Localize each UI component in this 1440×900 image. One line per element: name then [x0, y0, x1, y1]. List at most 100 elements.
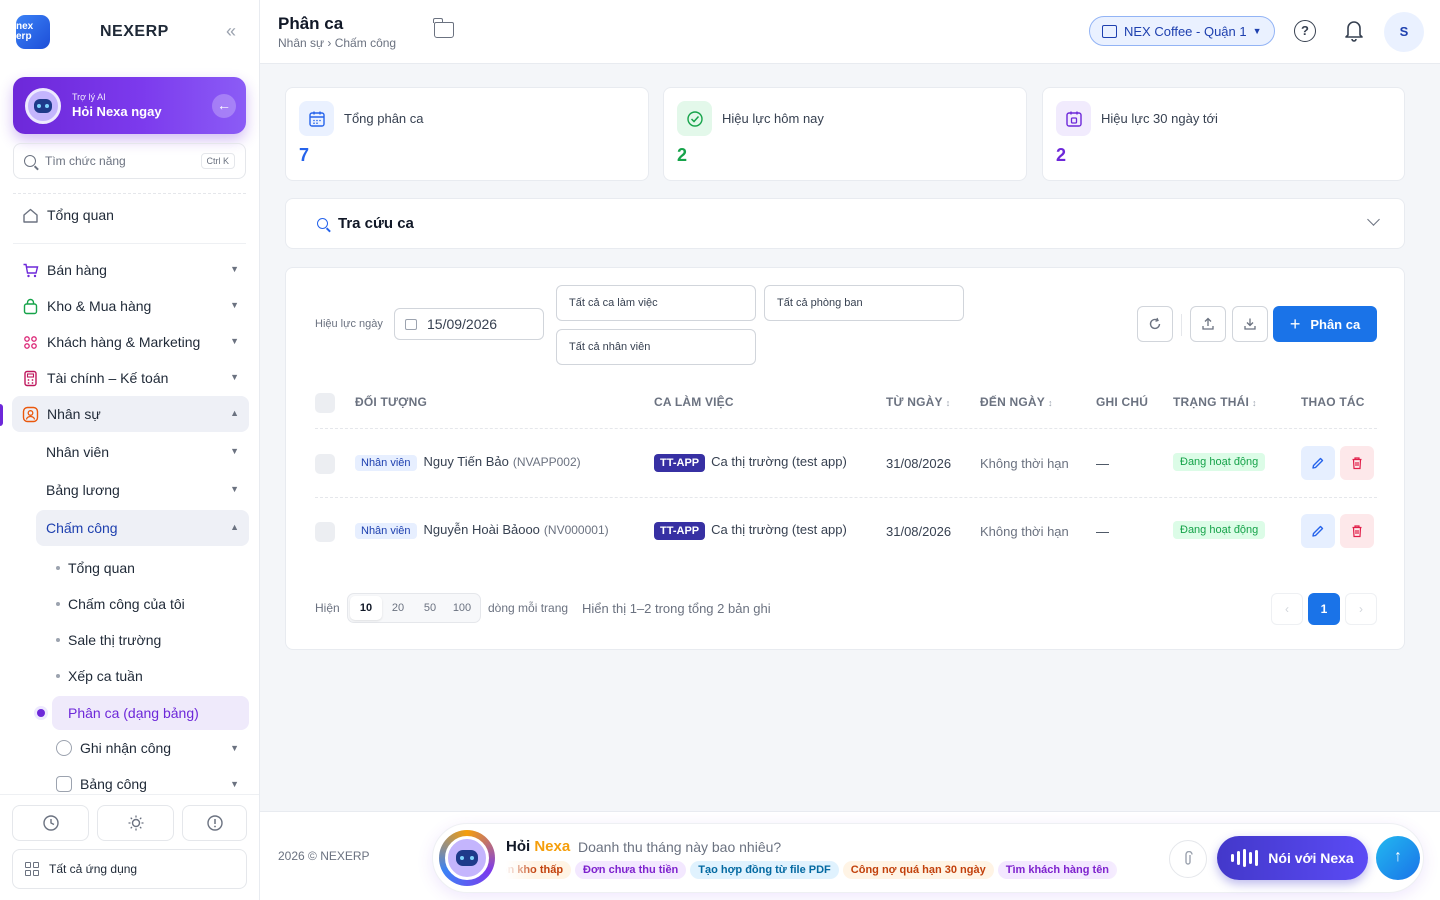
- suggestion-chip[interactable]: Công nợ quá hạn 30 ngày: [842, 861, 994, 879]
- sidebar-item-shift-assignment[interactable]: Phân ca (dạng bảng): [52, 696, 249, 730]
- all-apps-label: Tất cả ứng dụng: [49, 862, 138, 876]
- sidebar-item-label: Bán hàng: [47, 262, 107, 278]
- talk-to-nexa-label: Nói với Nexa: [1268, 850, 1354, 866]
- refresh-button[interactable]: [1137, 306, 1173, 342]
- pencil-icon: [1312, 457, 1324, 469]
- row-checkbox[interactable]: [315, 522, 335, 542]
- user-avatar[interactable]: S: [1384, 12, 1424, 52]
- sidebar-item-customers[interactable]: Khách hàng & Marketing ▼: [12, 324, 249, 360]
- brand-logo[interactable]: nex erp: [16, 15, 50, 49]
- page-button[interactable]: 1: [1308, 593, 1340, 625]
- sidebar-item-overview[interactable]: Tổng quan: [12, 197, 249, 233]
- edit-button[interactable]: [1301, 446, 1335, 480]
- suggestion-chip[interactable]: Tìm khách hàng tên: [997, 861, 1118, 879]
- chevron-down-icon: ▼: [230, 300, 239, 310]
- chevron-down-icon: ▼: [230, 484, 239, 494]
- sidebar-item-payroll[interactable]: Bảng lương ▼: [36, 472, 249, 508]
- column-header-status[interactable]: TRẠNG THÁI ↕: [1173, 395, 1257, 409]
- suggestion-chip[interactable]: Đơn chưa thu tiền: [575, 861, 687, 879]
- sidebar-item-sales[interactable]: Bán hàng ▼: [12, 252, 249, 288]
- history-button[interactable]: [12, 805, 89, 841]
- shift-lookup-toggle[interactable]: Tra cứu ca: [285, 198, 1405, 249]
- theme-toggle-button[interactable]: [97, 805, 174, 841]
- help-icon[interactable]: ?: [1294, 20, 1316, 42]
- ask-nexa-input[interactable]: Doanh thu tháng này bao nhiêu?: [578, 839, 781, 855]
- arrow-left-icon[interactable]: ←: [212, 94, 236, 118]
- department-select[interactable]: Tất cả phòng ban: [764, 285, 964, 321]
- column-header-to[interactable]: ĐẾN NGÀY ↕: [980, 395, 1053, 409]
- upload-button[interactable]: [1190, 306, 1226, 342]
- subject-type-badge: Nhân viên: [355, 523, 417, 539]
- add-shift-button[interactable]: + Phân ca: [1273, 306, 1377, 342]
- subject-cell: Nhân viên Nguyễn Hoài Bảooo (NV000001): [355, 522, 609, 539]
- sidebar-item-field-sales[interactable]: Sale thị trường: [52, 624, 249, 656]
- send-button[interactable]: ↑: [1376, 836, 1420, 880]
- report-issue-button[interactable]: [182, 805, 247, 841]
- bell-icon[interactable]: [1343, 18, 1365, 42]
- effective-date-input[interactable]: 15/09/2026: [394, 308, 544, 340]
- column-header-shift: CA LÀM VIỆC: [654, 395, 734, 409]
- plus-icon: +: [1289, 314, 1301, 334]
- shift-code-badge: TT-APP: [654, 454, 706, 472]
- next-page-button[interactable]: ›: [1345, 593, 1377, 625]
- sidebar: nex erp NEXERP « Trợ lý AI Hỏi Nexa ngay…: [0, 0, 260, 900]
- employee-code: (NV000001): [543, 523, 609, 537]
- collapse-sidebar-icon[interactable]: «: [220, 21, 242, 43]
- sidebar-item-employees[interactable]: Nhân viên ▼: [36, 434, 249, 470]
- page-size-option[interactable]: 100: [446, 596, 478, 620]
- trash-icon: [1352, 457, 1362, 470]
- check-circle-icon: [677, 101, 712, 136]
- stat-label: Hiệu lực 30 ngày tới: [1101, 111, 1218, 126]
- employee-code: (NVAPP002): [512, 455, 581, 469]
- ask-nexa-title: Hỏi Nexa: [506, 838, 571, 855]
- employee-name[interactable]: Nguy Tiến Bảo: [424, 454, 509, 469]
- chevron-down-icon: ▼: [230, 743, 239, 753]
- employee-select[interactable]: Tất cả nhân viên: [556, 329, 756, 365]
- delete-button[interactable]: [1340, 514, 1374, 548]
- sort-icon: ↕: [1252, 398, 1257, 408]
- sidebar-item-label: Ghi nhận công: [80, 740, 172, 756]
- sidebar-item-hr[interactable]: Nhân sự ▲: [12, 396, 249, 432]
- edit-button[interactable]: [1301, 514, 1335, 548]
- page-size-option[interactable]: 20: [382, 596, 414, 620]
- sidebar-item-label: Sale thị trường: [68, 632, 162, 648]
- folder-icon[interactable]: [433, 18, 454, 38]
- shift-select[interactable]: Tất cả ca làm việc: [556, 285, 756, 321]
- column-header-from[interactable]: TỪ NGÀY ↕: [886, 395, 950, 409]
- sidebar-item-attendance-overview[interactable]: Tổng quan: [52, 552, 249, 584]
- page-size-option[interactable]: 10: [350, 596, 382, 620]
- sidebar-item-label: Chấm công của tôi: [68, 596, 185, 612]
- copyright: 2026 © NEXERP: [278, 849, 370, 863]
- suggestion-chip[interactable]: Tạo hợp đồng từ file PDF: [690, 861, 839, 879]
- attach-button[interactable]: [1169, 840, 1207, 878]
- store-selector[interactable]: NEX Coffee - Quận 1 ▼: [1089, 16, 1275, 46]
- sidebar-item-inventory[interactable]: Kho & Mua hàng ▼: [12, 288, 249, 324]
- ai-assistant-card[interactable]: Trợ lý AI Hỏi Nexa ngay ←: [13, 77, 246, 134]
- page-title: Phân ca: [278, 14, 344, 33]
- sidebar-item-my-attendance[interactable]: Chấm công của tôi: [52, 588, 249, 620]
- brand-logo-text: nex erp: [16, 21, 34, 42]
- suggestion-chip[interactable]: Tồn kho thấp: [506, 861, 572, 879]
- breadcrumb: Nhân sự › Chấm công: [278, 36, 397, 50]
- note: —: [1096, 524, 1109, 539]
- feature-search-input[interactable]: Tìm chức năng Ctrl K: [13, 143, 246, 179]
- row-checkbox[interactable]: [315, 454, 335, 474]
- delete-button[interactable]: [1340, 446, 1374, 480]
- divider: [13, 193, 246, 194]
- all-apps-button[interactable]: Tất cả ứng dụng: [12, 849, 247, 889]
- column-header-subject: ĐỐI TƯỢNG: [355, 395, 427, 409]
- sheet-icon: [56, 776, 72, 792]
- talk-to-nexa-button[interactable]: Nói với Nexa: [1217, 836, 1368, 880]
- sidebar-item-work-record[interactable]: Ghi nhận công ▼: [52, 732, 249, 764]
- previous-page-button[interactable]: ‹: [1271, 593, 1303, 625]
- sidebar-item-weekly-shifts[interactable]: Xếp ca tuần: [52, 660, 249, 692]
- sidebar-item-label: Tổng quan: [68, 560, 135, 576]
- stat-card-today: Hiệu lực hôm nay 2: [663, 87, 1027, 181]
- employee-name[interactable]: Nguyễn Hoài Bảooo: [424, 522, 540, 537]
- sidebar-item-finance[interactable]: Tài chính – Kế toán ▼: [12, 360, 249, 396]
- download-button[interactable]: [1232, 306, 1268, 342]
- select-all-checkbox[interactable]: [315, 393, 335, 413]
- sidebar-item-attendance[interactable]: Chấm công ▲: [36, 510, 249, 546]
- bag-icon: [21, 297, 39, 315]
- page-size-option[interactable]: 50: [414, 596, 446, 620]
